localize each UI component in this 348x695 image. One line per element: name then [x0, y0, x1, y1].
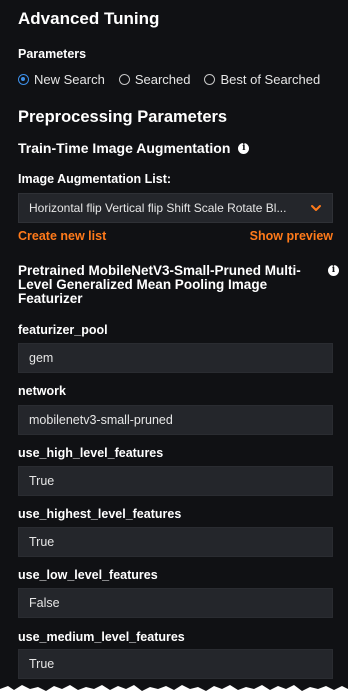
field-label: network — [18, 384, 66, 398]
radio-selected-icon — [18, 74, 29, 85]
radio-label: Best of Searched — [220, 72, 321, 87]
radio-new-search[interactable]: New Search — [18, 72, 105, 87]
field-label: use_low_level_features — [18, 568, 158, 582]
augmentation-list-select[interactable]: Horizontal flip Vertical flip Shift Scal… — [18, 193, 333, 223]
use-low-level-features-input[interactable]: False — [18, 588, 333, 618]
panel-title: Advanced Tuning — [18, 9, 160, 28]
search-mode-radio-group: New Search Searched Best of Searched — [18, 72, 334, 87]
augmentation-selected-value: Horizontal flip Vertical flip Shift Scal… — [29, 201, 287, 215]
augmentation-title: Train-Time Image Augmentation — [18, 140, 231, 156]
use-medium-level-features-input[interactable]: True — [18, 649, 333, 679]
field-label: use_medium_level_features — [18, 630, 185, 644]
field-label: use_highest_level_features — [18, 507, 182, 521]
info-icon[interactable]: i — [328, 265, 339, 276]
show-preview-link[interactable]: Show preview — [250, 229, 333, 243]
augmentation-list-label: Image Augmentation List: — [18, 172, 172, 186]
use-high-level-features-input[interactable]: True — [18, 466, 333, 496]
field-label: use_high_level_features — [18, 446, 164, 460]
use-highest-level-features-input[interactable]: True — [18, 527, 333, 557]
featurizer-pool-input[interactable]: gem — [18, 343, 333, 373]
field-label: featurizer_pool — [18, 323, 108, 337]
advanced-tuning-panel: Advanced Tuning Parameters New Search Se… — [0, 0, 348, 695]
radio-label: New Search — [34, 72, 105, 87]
radio-best-of-searched[interactable]: Best of Searched — [204, 72, 320, 87]
featurizer-heading: Pretrained MobileNetV3-Small-Pruned Mult… — [18, 263, 301, 306]
network-input[interactable]: mobilenetv3-small-pruned — [18, 405, 333, 435]
augmentation-heading: Train-Time Image Augmentation i — [18, 140, 250, 156]
preprocessing-heading: Preprocessing Parameters — [18, 108, 228, 126]
torn-edge-divider — [0, 685, 348, 695]
parameters-label: Parameters — [18, 47, 87, 61]
radio-label: Searched — [134, 72, 191, 87]
create-new-list-link[interactable]: Create new list — [18, 229, 106, 243]
radio-unselected-icon — [204, 74, 216, 85]
radio-unselected-icon — [118, 74, 130, 85]
chevron-down-icon — [311, 205, 321, 211]
info-icon[interactable]: i — [238, 142, 250, 154]
radio-searched[interactable]: Searched — [118, 72, 191, 87]
